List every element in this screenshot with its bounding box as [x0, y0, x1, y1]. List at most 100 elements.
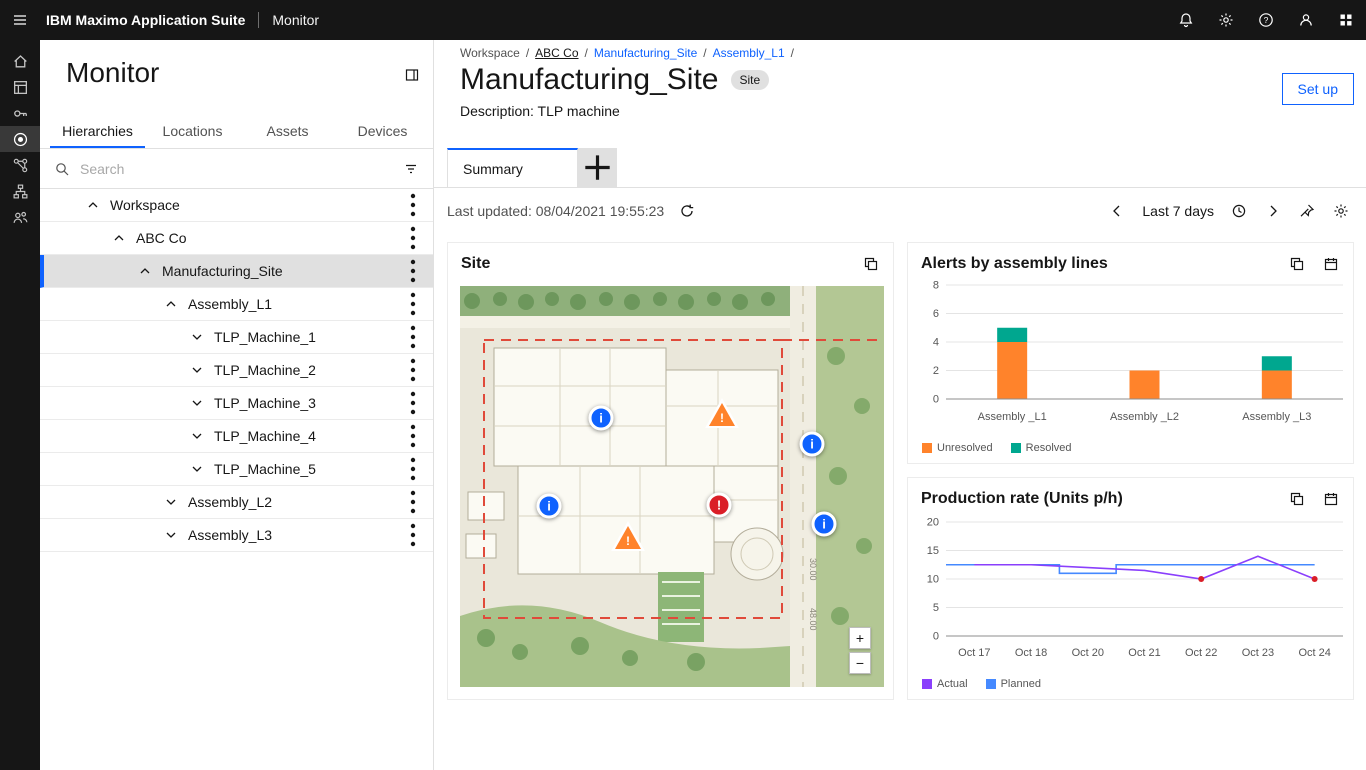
toolbar-left: Last updated: 08/04/2021 19:55:23 [447, 198, 700, 224]
breadcrumb-separator: / [703, 46, 706, 60]
tab-assets[interactable]: Assets [240, 116, 335, 148]
tree-item-tlp-machine-5[interactable]: TLP_Machine_5 [40, 453, 433, 486]
rail-home-icon[interactable] [0, 48, 40, 74]
overflow-menu-icon[interactable] [397, 354, 429, 386]
duplicate-card-icon[interactable] [1289, 256, 1305, 272]
chevron-down-icon[interactable] [189, 461, 205, 477]
tab-hierarchies[interactable]: Hierarchies [50, 116, 145, 148]
time-range-selector[interactable]: Last 7 days [1138, 203, 1218, 219]
tree-item-tlp-machine-4[interactable]: TLP_Machine_4 [40, 420, 433, 453]
warning-marker-icon[interactable]: ! [611, 521, 645, 551]
svg-text:?: ? [1264, 15, 1269, 25]
error-marker-icon[interactable]: ! [707, 493, 732, 518]
site-map[interactable]: 30.00 48.00 i!ii!i! + − [460, 286, 884, 687]
tree-item-tlp-machine-2[interactable]: TLP_Machine_2 [40, 354, 433, 387]
rail-data-flow-icon[interactable] [0, 152, 40, 178]
duplicate-card-icon[interactable] [1289, 491, 1305, 507]
tab-locations[interactable]: Locations [145, 116, 240, 148]
chevron-up-icon[interactable] [111, 230, 127, 246]
set-up-button[interactable]: Set up [1282, 73, 1354, 105]
app-switcher-icon[interactable] [1326, 0, 1366, 40]
menu-icon[interactable] [0, 0, 40, 40]
info-marker-icon[interactable]: i [800, 432, 825, 457]
tree-item-label: Workspace [110, 197, 180, 213]
map-zoom-controls: + − [849, 627, 871, 674]
tree-item-abc co[interactable]: ABC Co [40, 222, 433, 255]
hierarchy-tree: WorkspaceABC CoManufacturing_SiteAssembl… [40, 189, 433, 770]
calendar-icon[interactable] [1323, 256, 1339, 272]
svg-text:Oct 18: Oct 18 [1015, 647, 1047, 659]
overflow-menu-icon[interactable] [397, 420, 429, 452]
calendar-icon[interactable] [1323, 491, 1339, 507]
range-back-icon[interactable] [1104, 198, 1130, 224]
legend-item-actual[interactable]: Actual [922, 678, 968, 690]
tab-devices[interactable]: Devices [335, 116, 430, 148]
legend-label: Unresolved [937, 442, 993, 454]
chevron-down-icon[interactable] [163, 494, 179, 510]
zoom-out-button[interactable]: − [849, 652, 871, 674]
rail-key-icon[interactable] [0, 100, 40, 126]
overflow-menu-icon[interactable] [397, 519, 429, 551]
info-marker-icon[interactable]: i [589, 406, 614, 431]
overflow-menu-icon[interactable] [397, 222, 429, 254]
chevron-down-icon[interactable] [189, 362, 205, 378]
info-marker-icon[interactable]: i [812, 512, 837, 537]
tree-item-workspace[interactable]: Workspace [40, 189, 433, 222]
tree-item-assembly-l3[interactable]: Assembly_L3 [40, 519, 433, 552]
chevron-up-icon[interactable] [137, 263, 153, 279]
info-marker-icon[interactable]: i [537, 494, 562, 519]
tab-summary[interactable]: Summary [447, 148, 578, 187]
notification-icon[interactable] [1166, 0, 1206, 40]
chevron-down-icon[interactable] [189, 428, 205, 444]
overflow-menu-icon[interactable] [397, 486, 429, 518]
legend-item-resolved[interactable]: Resolved [1011, 442, 1072, 454]
overflow-menu-icon[interactable] [397, 255, 429, 287]
pin-icon[interactable] [1294, 198, 1320, 224]
rail-users-icon[interactable] [0, 204, 40, 230]
overflow-menu-icon[interactable] [397, 321, 429, 353]
tree-item-assembly-l2[interactable]: Assembly_L2 [40, 486, 433, 519]
chevron-up-icon[interactable] [85, 197, 101, 213]
svg-text:Assembly _L1: Assembly _L1 [978, 411, 1047, 423]
chevron-down-icon[interactable] [189, 329, 205, 345]
overflow-menu-icon[interactable] [397, 387, 429, 419]
panel-tabs: HierarchiesLocationsAssetsDevices [50, 116, 430, 148]
duplicate-card-icon[interactable] [863, 256, 879, 272]
user-avatar-icon[interactable] [1286, 0, 1326, 40]
left-panel: Monitor HierarchiesLocationsAssetsDevice… [40, 40, 434, 770]
rail-hierarchy-icon[interactable] [0, 178, 40, 204]
dashboard-settings-icon[interactable] [1328, 198, 1354, 224]
rail-devices-icon[interactable] [0, 74, 40, 100]
zoom-in-button[interactable]: + [849, 627, 871, 649]
add-tab-button[interactable] [578, 148, 617, 187]
tree-item-manufacturing-site[interactable]: Manufacturing_Site [40, 255, 433, 288]
warning-exclamation: ! [705, 411, 739, 425]
close-panel-icon[interactable] [404, 67, 420, 83]
tree-item-tlp-machine-1[interactable]: TLP_Machine_1 [40, 321, 433, 354]
refresh-icon[interactable] [674, 198, 700, 224]
app-name: Monitor [272, 12, 319, 28]
overflow-menu-icon[interactable] [397, 453, 429, 485]
filter-icon[interactable] [395, 153, 427, 185]
page-title: Manufacturing_Site [460, 63, 719, 97]
time-picker-icon[interactable] [1226, 198, 1252, 224]
chevron-down-icon[interactable] [163, 527, 179, 543]
chevron-up-icon[interactable] [163, 296, 179, 312]
tree-item-label: TLP_Machine_2 [214, 362, 316, 378]
tree-item-assembly-l1[interactable]: Assembly_L1 [40, 288, 433, 321]
breadcrumb-item[interactable]: Assembly_L1 [713, 46, 785, 60]
breadcrumb-item[interactable]: Manufacturing_Site [594, 46, 697, 60]
search-input[interactable] [80, 161, 395, 177]
rail-monitor-icon[interactable] [0, 126, 40, 152]
help-icon[interactable]: ? [1246, 0, 1286, 40]
breadcrumb-item[interactable]: ABC Co [535, 46, 578, 60]
legend-item-unresolved[interactable]: Unresolved [922, 442, 993, 454]
overflow-menu-icon[interactable] [397, 189, 429, 221]
warning-marker-icon[interactable]: ! [705, 398, 739, 428]
legend-item-planned[interactable]: Planned [986, 678, 1041, 690]
settings-icon[interactable] [1206, 0, 1246, 40]
range-forward-icon[interactable] [1260, 198, 1286, 224]
overflow-menu-icon[interactable] [397, 288, 429, 320]
chevron-down-icon[interactable] [189, 395, 205, 411]
tree-item-tlp-machine-3[interactable]: TLP_Machine_3 [40, 387, 433, 420]
